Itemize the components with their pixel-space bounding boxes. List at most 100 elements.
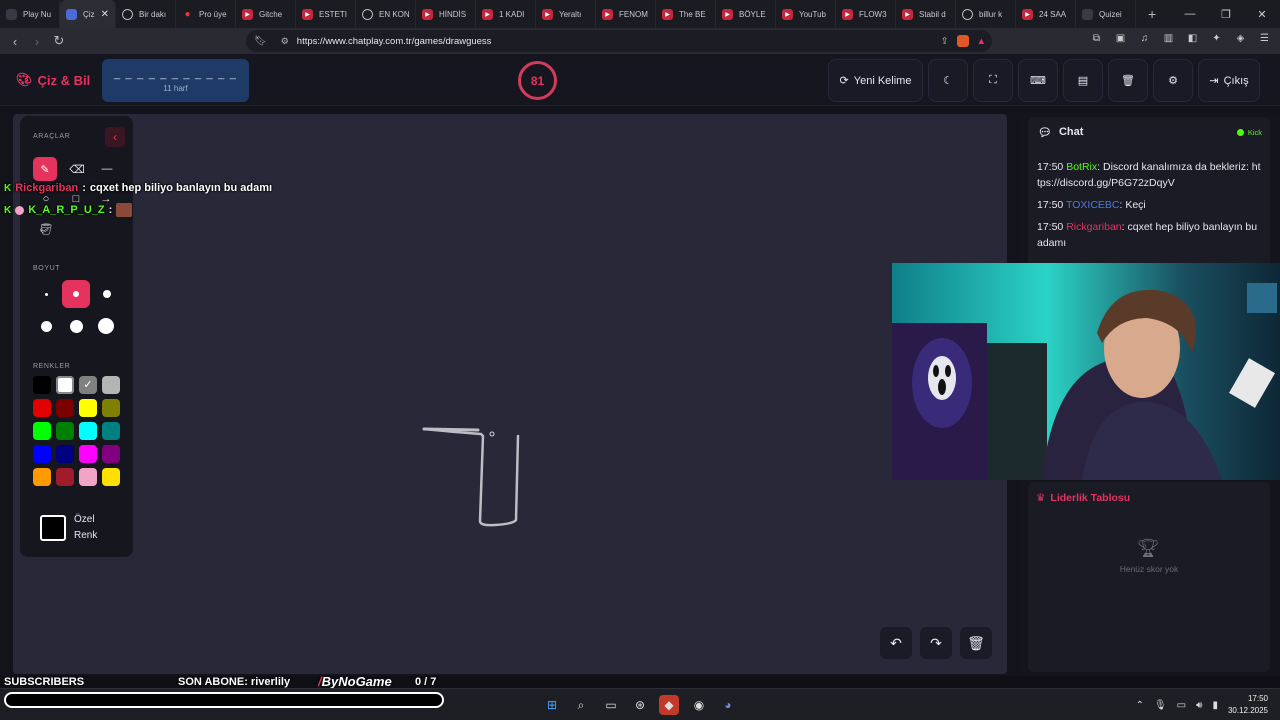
size-xxl[interactable]: [92, 312, 120, 340]
microphone-icon[interactable]: 🎙︎: [1154, 700, 1167, 711]
color-swatch[interactable]: [79, 468, 97, 486]
color-swatch[interactable]: [33, 468, 51, 486]
color-swatch[interactable]: [102, 468, 120, 486]
windows-start-icon[interactable]: ⊞: [542, 695, 562, 715]
search-icon[interactable]: ⌕: [571, 695, 591, 715]
keyboard-button[interactable]: ⌨: [1018, 59, 1058, 102]
clear-canvas-button[interactable]: 🗑︎: [960, 627, 992, 659]
wallet-icon[interactable]: ◧: [1185, 33, 1200, 48]
restore-icon[interactable]: ❐: [1208, 0, 1244, 28]
color-swatch[interactable]: [102, 399, 120, 417]
archive-button[interactable]: ▤: [1063, 59, 1103, 102]
undo-button[interactable]: ↶: [880, 627, 912, 659]
dark-mode-button[interactable]: ☾: [928, 59, 968, 102]
bookmark-icon[interactable]: 🔖︎: [254, 36, 267, 47]
battery-icon[interactable]: ▮: [1212, 700, 1218, 711]
color-swatch[interactable]: [33, 399, 51, 417]
color-swatch[interactable]: [56, 422, 74, 440]
chat-user[interactable]: TOXICEBC: [1066, 199, 1119, 211]
redo-button[interactable]: ↷: [920, 627, 952, 659]
exit-button[interactable]: ⇥ Çıkış: [1198, 59, 1260, 102]
color-swatch[interactable]: [102, 376, 120, 394]
color-swatch[interactable]: [33, 376, 51, 394]
browser-tab[interactable]: Play Nu: [0, 0, 60, 28]
close-window-icon[interactable]: ✕: [1244, 0, 1280, 28]
color-swatch[interactable]: [102, 422, 120, 440]
browser-tab[interactable]: Çiz ✕: [60, 0, 116, 28]
color-swatch[interactable]: [79, 399, 97, 417]
browser-tab[interactable]: ▶ ESTETI: [296, 0, 356, 28]
browser-tab[interactable]: Bir dakı: [116, 0, 176, 28]
back-icon[interactable]: ‹: [4, 34, 26, 49]
settings-button[interactable]: ⚙: [1153, 59, 1193, 102]
browser-tab[interactable]: ● Pro üye: [176, 0, 236, 28]
color-swatch[interactable]: [102, 445, 120, 463]
size-l[interactable]: [32, 312, 60, 340]
size-s[interactable]: [62, 280, 90, 308]
drawing-canvas[interactable]: [13, 114, 1007, 674]
brave-rewards-icon[interactable]: ▲: [977, 36, 986, 47]
color-swatch[interactable]: [56, 399, 74, 417]
browser-tab[interactable]: ▶ Yeraltı: [536, 0, 596, 28]
color-swatch[interactable]: [33, 422, 51, 440]
browser-tab[interactable]: ▶ 24 SAA: [1016, 0, 1076, 28]
minimize-icon[interactable]: —: [1172, 0, 1208, 28]
browser-tab[interactable]: ▶ HİNDİS: [416, 0, 476, 28]
browser-tab[interactable]: ▶ Gitche: [236, 0, 296, 28]
size-xs[interactable]: [32, 280, 60, 308]
pen-tool[interactable]: ✎: [33, 157, 57, 181]
browser-tab[interactable]: ▶ Stabil d: [896, 0, 956, 28]
discord-icon[interactable]: ◕: [718, 695, 738, 715]
color-swatch[interactable]: [79, 422, 97, 440]
color-swatch[interactable]: [79, 445, 97, 463]
volume-icon[interactable]: 🔊︎: [1196, 700, 1202, 711]
brave-icon[interactable]: ◆: [659, 695, 679, 715]
eraser-tool[interactable]: ⌫: [65, 157, 89, 181]
size-xl[interactable]: [62, 312, 90, 340]
browser-tab[interactable]: billur k: [956, 0, 1016, 28]
sidebar-icon[interactable]: ▥: [1161, 33, 1176, 48]
menu-icon[interactable]: ☰: [1257, 33, 1272, 48]
music-icon[interactable]: ♫: [1137, 33, 1152, 48]
new-tab-icon[interactable]: +: [1136, 6, 1168, 22]
browser-tab[interactable]: ▶ The BE: [656, 0, 716, 28]
new-word-button[interactable]: ⟳ Yeni Kelime: [828, 59, 923, 102]
url-text[interactable]: https://www.chatplay.com.tr/games/drawgu…: [297, 36, 492, 47]
extensions-icon[interactable]: ⧉: [1089, 33, 1104, 48]
chat-user[interactable]: BotRix: [1066, 161, 1097, 173]
chat-user[interactable]: Rickgariban: [1066, 221, 1121, 233]
display-icon[interactable]: ▭: [1177, 700, 1186, 711]
site-settings-icon[interactable]: ⚙︎: [281, 36, 289, 47]
close-tab-icon[interactable]: ✕: [101, 9, 109, 20]
color-swatch[interactable]: [56, 376, 74, 394]
fill-tool[interactable]: 🪣︎: [34, 217, 58, 241]
app-logo[interactable]: 🎨︎ Çiz & Bil: [16, 72, 90, 88]
clock[interactable]: 17:50 30.12.2025: [1228, 693, 1268, 717]
browser-tab[interactable]: ▶ BÖYLE: [716, 0, 776, 28]
browser-tab[interactable]: ▶ FLOW3: [836, 0, 896, 28]
address-bar[interactable]: 🔖︎ ⚙︎ https://www.chatplay.com.tr/games/…: [246, 30, 992, 52]
color-swatch[interactable]: [56, 445, 74, 463]
color-swatch[interactable]: [56, 468, 74, 486]
share-icon[interactable]: ⇪: [941, 36, 949, 47]
custom-color-button[interactable]: Özel Renk: [40, 508, 138, 548]
size-m[interactable]: [93, 280, 121, 308]
screenshot-icon[interactable]: ▣: [1113, 33, 1128, 48]
collapse-panel-button[interactable]: ‹: [105, 127, 125, 147]
fullscreen-button[interactable]: ⛶: [973, 59, 1013, 102]
browser-tab[interactable]: EN KON: [356, 0, 416, 28]
browser-tab[interactable]: ▶ 1 KADI: [476, 0, 536, 28]
color-swatch[interactable]: [33, 445, 51, 463]
vpn-icon[interactable]: ◈: [1233, 33, 1248, 48]
line-tool[interactable]: —: [95, 157, 119, 181]
chevron-up-icon[interactable]: ⌃: [1136, 700, 1144, 711]
obs-icon[interactable]: ◉: [689, 695, 709, 715]
color-swatch[interactable]: ✓: [79, 376, 97, 394]
chatgpt-icon[interactable]: ⊛: [630, 695, 650, 715]
reload-icon[interactable]: ↻: [48, 33, 70, 49]
brave-shield-icon[interactable]: [956, 35, 969, 47]
file-explorer-icon[interactable]: ▭: [601, 695, 621, 715]
forward-icon[interactable]: ›: [26, 34, 48, 49]
browser-tab[interactable]: Quizei: [1076, 0, 1136, 28]
browser-tab[interactable]: ▶ FENOM: [596, 0, 656, 28]
